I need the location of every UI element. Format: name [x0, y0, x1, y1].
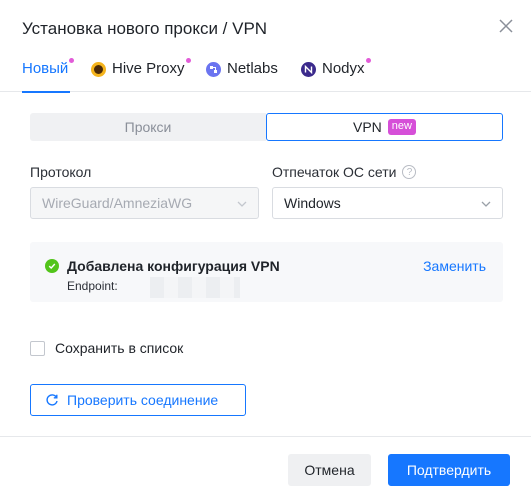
save-to-list-checkbox[interactable] [30, 340, 45, 356]
chevron-down-icon [481, 201, 491, 207]
tab-hive-proxy-label: Hive Proxy [112, 60, 185, 77]
vpn-config-panel: Добавлена конфигурация VPN Заменить Endp… [30, 242, 503, 302]
cancel-button[interactable]: Отмена [288, 454, 371, 486]
save-to-list-label: Сохранить в список [55, 340, 184, 356]
protocol-label-text: Протокол [30, 164, 92, 180]
save-to-list-checkbox-row[interactable]: Сохранить в список [30, 340, 183, 356]
confirm-button[interactable]: Подтвердить [388, 454, 510, 486]
close-icon[interactable] [494, 14, 518, 38]
dialog-footer: Отмена Подтвердить [0, 436, 531, 498]
segment-vpn-label: VPN [353, 119, 382, 135]
os-fingerprint-select-value: Windows [284, 195, 341, 211]
segment-vpn[interactable]: VPN new [266, 113, 503, 141]
endpoint-value-redacted [150, 277, 240, 298]
new-indicator-dot [69, 58, 75, 63]
chevron-down-icon [237, 201, 247, 207]
check-circle-icon [45, 259, 59, 273]
nodyx-logo-icon [301, 62, 316, 77]
protocol-label: Протокол [30, 164, 91, 180]
connection-type-switch: Прокси VPN new [30, 113, 503, 141]
hive-logo-icon [91, 62, 106, 77]
tab-new-label: Новый [22, 60, 69, 77]
dialog-title: Установка нового прокси / VPN [22, 19, 268, 38]
tab-nodyx[interactable]: Nodyx [301, 58, 371, 92]
netlabs-logo-icon [206, 62, 221, 77]
protocol-select-value: WireGuard/AmneziaWG [42, 195, 193, 211]
os-fingerprint-label: Отпечаток ОС сети ? [272, 164, 417, 180]
segment-proxy[interactable]: Прокси [30, 113, 266, 141]
os-fingerprint-label-text: Отпечаток ОС сети [272, 164, 397, 180]
close-button[interactable] [494, 14, 518, 38]
tab-netlabs-label: Netlabs [227, 60, 278, 77]
check-connection-label: Проверить соединение [67, 392, 219, 408]
protocol-select[interactable]: WireGuard/AmneziaWG [30, 187, 259, 219]
tab-netlabs[interactable]: Netlabs [206, 58, 278, 92]
new-badge: new [387, 119, 416, 135]
os-fingerprint-select[interactable]: Windows [272, 187, 503, 219]
segment-proxy-label: Прокси [124, 119, 172, 135]
new-indicator-dot [365, 58, 371, 63]
check-connection-button[interactable]: Проверить соединение [30, 384, 246, 416]
question-circle-icon[interactable]: ? [402, 165, 417, 179]
refresh-icon [46, 394, 58, 406]
tab-new[interactable]: Новый [22, 58, 75, 93]
tab-bar: Новый Hive Proxy Netlabs Nodyx [0, 58, 531, 93]
new-indicator-dot [185, 58, 191, 63]
config-added-title: Добавлена конфигурация VPN [67, 258, 280, 274]
replace-link[interactable]: Заменить [423, 258, 486, 274]
tab-nodyx-label: Nodyx [322, 60, 365, 77]
endpoint-label: Endpoint: [67, 279, 118, 293]
tab-hive-proxy[interactable]: Hive Proxy [91, 58, 191, 92]
